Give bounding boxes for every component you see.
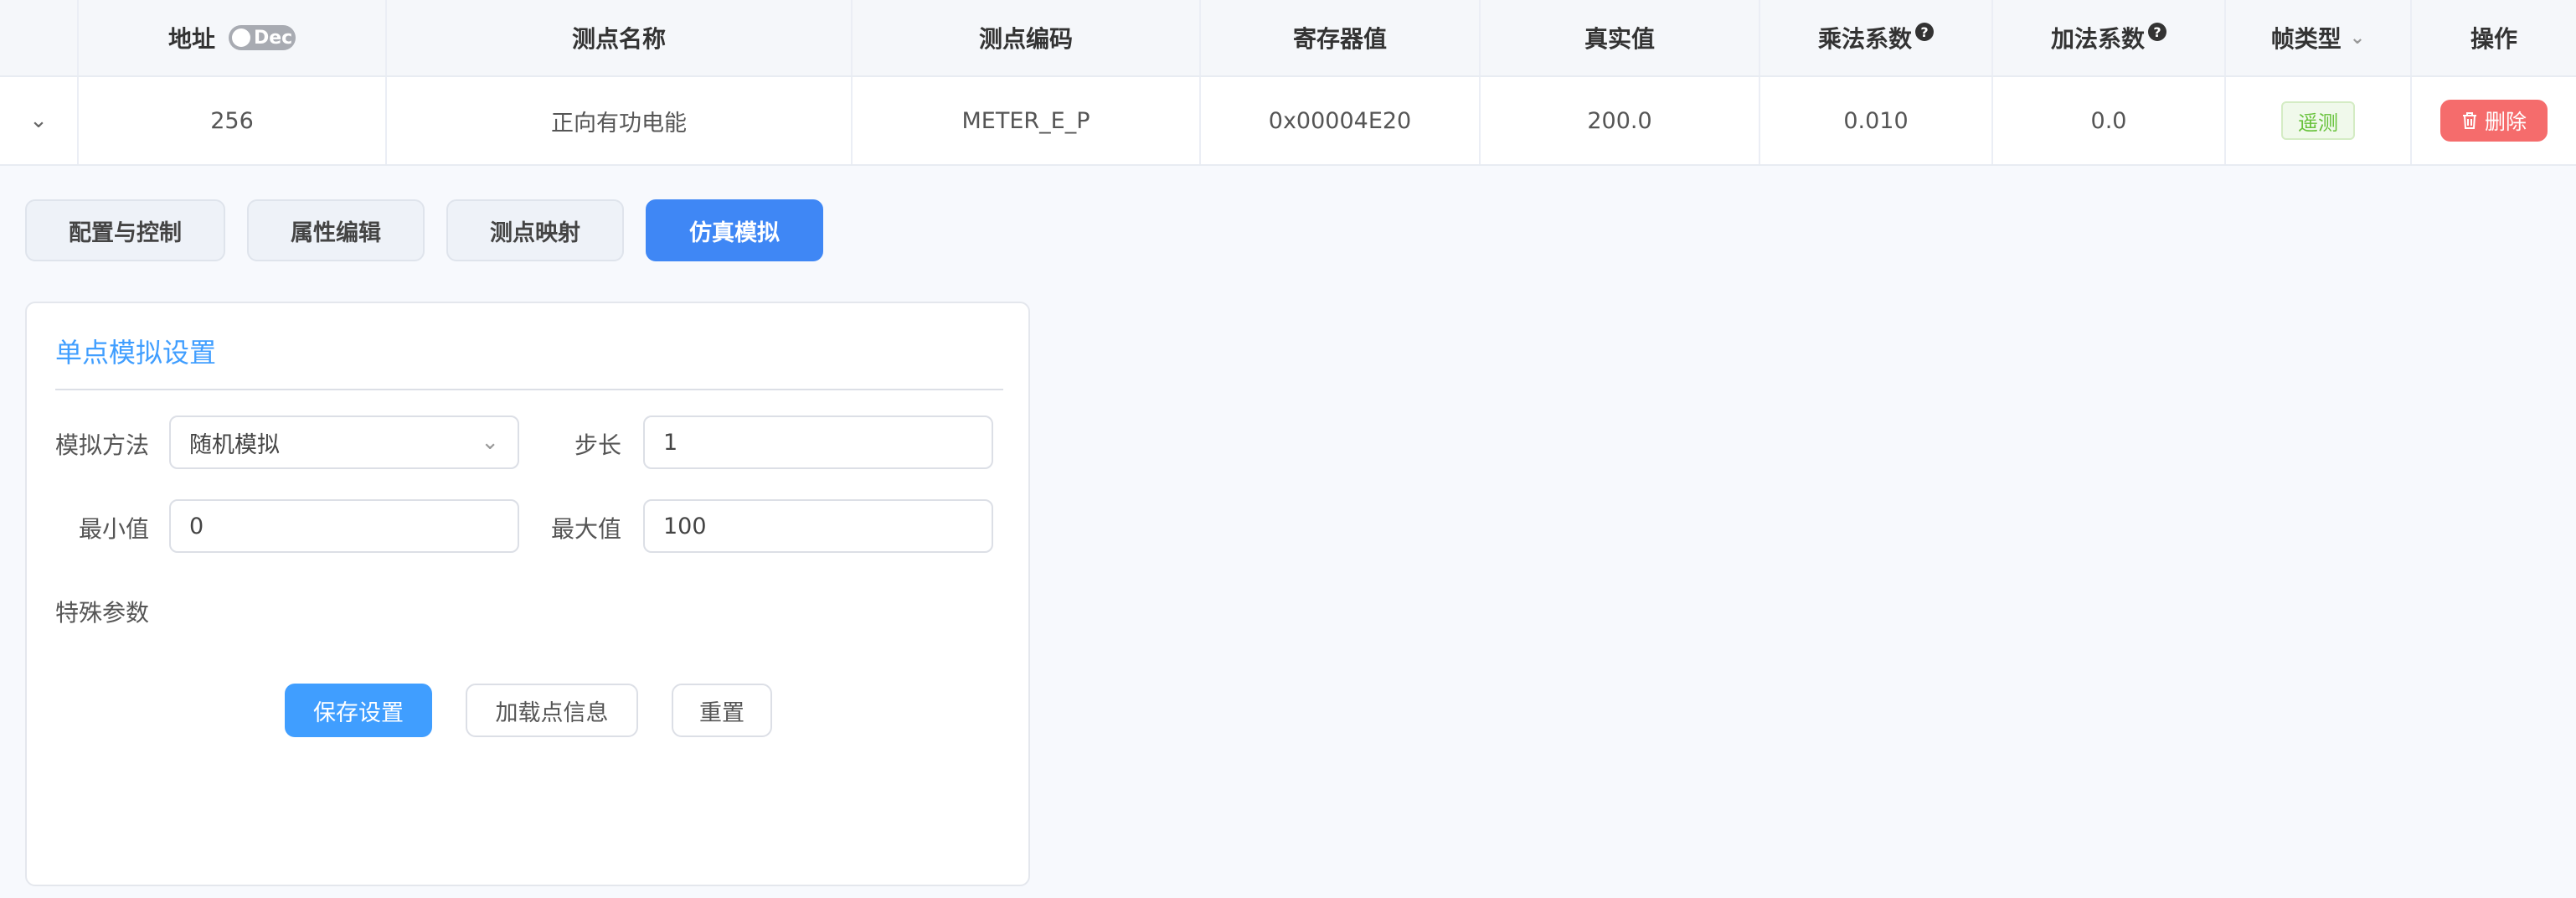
toggle-label: Dec <box>254 27 293 49</box>
header-frame-type-label: 帧类型 <box>2270 25 2342 53</box>
method-label: 模拟方法 <box>55 431 150 459</box>
toggle-knob <box>232 28 250 47</box>
header-register-value: 寄存器值 <box>1201 0 1481 75</box>
detail-tabs: 配置与控制 属性编辑 测点映射 仿真模拟 <box>25 199 823 261</box>
header-address-label: 地址 <box>167 25 215 53</box>
cell-address: 256 <box>79 77 387 164</box>
header-real-value: 真实值 <box>1481 0 1760 75</box>
save-settings-button[interactable]: 保存设置 <box>285 684 432 737</box>
load-point-info-button[interactable]: 加载点信息 <box>466 684 638 737</box>
dec-hex-toggle[interactable]: Dec <box>229 25 296 50</box>
table-row: ⌄ 256 正向有功电能 METER_E_P 0x00004E20 200.0 … <box>0 77 2576 166</box>
max-input-value: 100 <box>663 513 707 539</box>
header-address: 地址 Dec <box>79 0 387 75</box>
header-name: 测点名称 <box>387 0 853 75</box>
special-params-label: 特殊参数 <box>55 599 150 627</box>
step-label: 步长 <box>574 431 622 459</box>
simulation-panel: 单点模拟设置 模拟方法 随机模拟 ⌄ 步长 1 最小值 0 最大值 100 特殊… <box>25 302 1030 886</box>
min-input[interactable]: 0 <box>169 499 519 553</box>
step-input-value: 1 <box>663 429 678 456</box>
expand-cell[interactable]: ⌄ <box>0 77 79 164</box>
chevron-down-icon: ⌄ <box>481 430 499 455</box>
cell-code: METER_E_P <box>853 77 1201 164</box>
header-expand <box>0 0 79 75</box>
cell-frame-type: 遥测 <box>2226 77 2412 164</box>
frame-type-tag: 遥测 <box>2281 101 2355 140</box>
cell-register-value: 0x00004E20 <box>1201 77 1481 164</box>
title-divider <box>55 389 1003 390</box>
header-multiplier: 乘法系数 ? <box>1760 0 1993 75</box>
header-operation: 操作 <box>2470 25 2517 53</box>
chevron-down-icon[interactable]: ⌄ <box>2350 28 2365 49</box>
max-label: 最大值 <box>551 515 622 543</box>
question-circle-icon[interactable]: ? <box>2148 23 2166 41</box>
delete-label: 删除 <box>2484 110 2527 134</box>
method-select-value: 随机模拟 <box>189 431 280 458</box>
point-table: 地址 Dec 测点名称 测点编码 寄存器值 真实值 乘法系数 ? 加法系数 ? … <box>0 0 2576 166</box>
cell-operation: 删除 <box>2412 77 2576 164</box>
cell-name: 正向有功电能 <box>387 77 853 164</box>
cell-multiplier: 0.010 <box>1760 77 1993 164</box>
max-input[interactable]: 100 <box>643 499 993 553</box>
tab-point-mapping[interactable]: 测点映射 <box>446 199 624 261</box>
header-frame-type[interactable]: 帧类型 ⌄ <box>2226 0 2412 75</box>
step-input[interactable]: 1 <box>643 415 993 469</box>
header-adder: 加法系数 ? <box>1993 0 2226 75</box>
panel-title: 单点模拟设置 <box>55 337 217 369</box>
question-circle-icon[interactable]: ? <box>1915 23 1934 41</box>
table-header: 地址 Dec 测点名称 测点编码 寄存器值 真实值 乘法系数 ? 加法系数 ? … <box>0 0 2576 77</box>
cell-adder: 0.0 <box>1993 77 2226 164</box>
cell-real-value: 200.0 <box>1481 77 1760 164</box>
delete-button[interactable]: 删除 <box>2440 100 2548 142</box>
reset-button[interactable]: 重置 <box>672 684 772 737</box>
tab-simulation[interactable]: 仿真模拟 <box>646 199 823 261</box>
method-select[interactable]: 随机模拟 ⌄ <box>169 415 519 469</box>
trash-icon <box>2462 112 2476 129</box>
chevron-down-icon[interactable]: ⌄ <box>29 108 48 133</box>
header-multiplier-label: 乘法系数 <box>1817 25 1912 53</box>
header-code: 测点编码 <box>853 0 1201 75</box>
tab-config-control[interactable]: 配置与控制 <box>25 199 225 261</box>
min-label: 最小值 <box>79 515 150 543</box>
min-input-value: 0 <box>189 513 204 539</box>
tab-attribute-edit[interactable]: 属性编辑 <box>247 199 425 261</box>
header-adder-label: 加法系数 <box>2050 25 2145 53</box>
